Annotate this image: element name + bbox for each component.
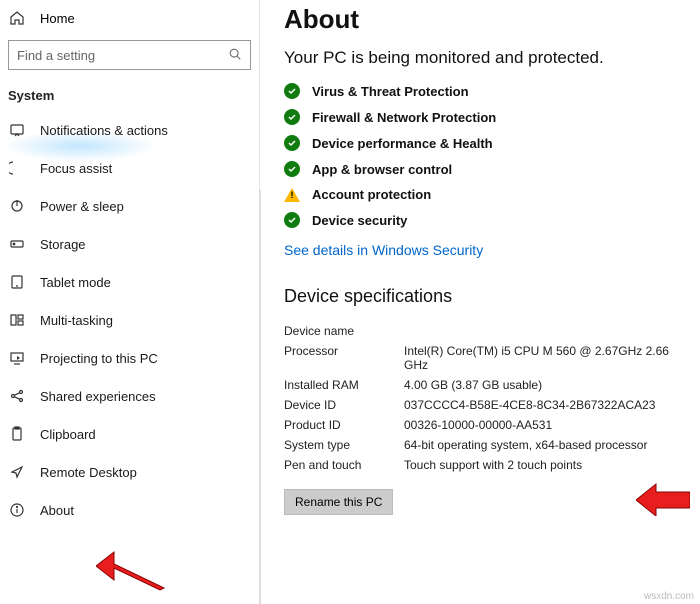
focus-icon xyxy=(8,160,26,176)
spec-heading: Device specifications xyxy=(284,286,680,307)
spec-value: Intel(R) Core(TM) i5 CPU M 560 @ 2.67GHz… xyxy=(404,344,680,372)
nav-label: Storage xyxy=(40,237,86,252)
status-row: Virus & Threat Protection xyxy=(284,83,680,99)
status-row: App & browser control xyxy=(284,161,680,177)
nav-label: About xyxy=(40,503,74,518)
spec-row: Device ID037CCCC4-B58E-4CE8-8C34-2B67322… xyxy=(284,395,680,415)
check-icon xyxy=(284,109,300,125)
status-label: Device security xyxy=(312,213,407,228)
sidebar-item-remote[interactable]: Remote Desktop xyxy=(0,453,259,491)
sidebar-item-storage[interactable]: Storage xyxy=(0,225,259,263)
remote-icon xyxy=(8,464,26,480)
sidebar-item-about[interactable]: About xyxy=(0,491,259,529)
search-icon xyxy=(228,47,242,64)
status-label: Device performance & Health xyxy=(312,136,493,151)
spec-label: Device name xyxy=(284,324,404,338)
spec-label: Pen and touch xyxy=(284,458,404,472)
spec-value: 00326-10000-00000-AA531 xyxy=(404,418,680,432)
check-icon xyxy=(284,83,300,99)
spec-row: System type64-bit operating system, x64-… xyxy=(284,435,680,455)
status-list: Virus & Threat Protection Firewall & Net… xyxy=(284,83,680,228)
check-icon xyxy=(284,161,300,177)
sidebar-home[interactable]: Home xyxy=(0,4,259,32)
sidebar-item-focus[interactable]: Focus assist xyxy=(0,149,259,187)
status-row: Account protection xyxy=(284,187,680,202)
warning-icon xyxy=(284,188,300,202)
status-row: Device security xyxy=(284,212,680,228)
sidebar-item-projecting[interactable]: Projecting to this PC xyxy=(0,339,259,377)
nav-label: Remote Desktop xyxy=(40,465,137,480)
nav-label: Multi-tasking xyxy=(40,313,113,328)
spec-table: Device name ProcessorIntel(R) Core(TM) i… xyxy=(284,321,680,475)
power-icon xyxy=(8,198,26,214)
rename-button[interactable]: Rename this PC xyxy=(284,489,393,515)
sidebar-item-shared[interactable]: Shared experiences xyxy=(0,377,259,415)
spec-row: ProcessorIntel(R) Core(TM) i5 CPU M 560 … xyxy=(284,341,680,375)
security-link[interactable]: See details in Windows Security xyxy=(284,242,483,258)
nav-label: Focus assist xyxy=(40,161,112,176)
spec-label: Product ID xyxy=(284,418,404,432)
spec-row: Installed RAM4.00 GB (3.87 GB usable) xyxy=(284,375,680,395)
nav-label: Shared experiences xyxy=(40,389,156,404)
storage-icon xyxy=(8,236,26,252)
nav-label: Clipboard xyxy=(40,427,96,442)
about-icon xyxy=(8,502,26,518)
check-icon xyxy=(284,135,300,151)
sidebar: Home System Notifications & actions Focu… xyxy=(0,0,260,604)
tablet-icon xyxy=(8,274,26,290)
search-input[interactable] xyxy=(17,48,228,63)
spec-label: Device ID xyxy=(284,398,404,412)
status-heading: Your PC is being monitored and protected… xyxy=(284,47,680,69)
status-label: Firewall & Network Protection xyxy=(312,110,496,125)
shared-icon xyxy=(8,388,26,404)
search-box[interactable] xyxy=(8,40,251,70)
sidebar-item-power[interactable]: Power & sleep xyxy=(0,187,259,225)
main-content: About Your PC is being monitored and pro… xyxy=(260,0,700,604)
nav-label: Power & sleep xyxy=(40,199,124,214)
nav-label: Tablet mode xyxy=(40,275,111,290)
sidebar-item-tablet[interactable]: Tablet mode xyxy=(0,263,259,301)
check-icon xyxy=(284,212,300,228)
page-title: About xyxy=(284,4,680,35)
spec-label: Installed RAM xyxy=(284,378,404,392)
multitask-icon xyxy=(8,312,26,328)
watermark: wsxdn.com xyxy=(644,591,694,602)
spec-value: Touch support with 2 touch points xyxy=(404,458,680,472)
sidebar-item-multitasking[interactable]: Multi-tasking xyxy=(0,301,259,339)
sidebar-item-notifications[interactable]: Notifications & actions xyxy=(0,111,259,149)
home-icon xyxy=(8,10,26,26)
spec-row: Pen and touchTouch support with 2 touch … xyxy=(284,455,680,475)
nav-label: Notifications & actions xyxy=(40,123,168,138)
spec-value: 037CCCC4-B58E-4CE8-8C34-2B67322ACA23 xyxy=(404,398,680,412)
spec-label: Processor xyxy=(284,344,404,372)
spec-value xyxy=(404,324,680,338)
status-label: App & browser control xyxy=(312,162,452,177)
spec-value: 64-bit operating system, x64-based proce… xyxy=(404,438,680,452)
status-row: Firewall & Network Protection xyxy=(284,109,680,125)
status-label: Account protection xyxy=(312,187,431,202)
spec-row: Product ID00326-10000-00000-AA531 xyxy=(284,415,680,435)
status-row: Device performance & Health xyxy=(284,135,680,151)
nav-label: Projecting to this PC xyxy=(40,351,158,366)
sidebar-item-clipboard[interactable]: Clipboard xyxy=(0,415,259,453)
spec-label: System type xyxy=(284,438,404,452)
spec-row: Device name xyxy=(284,321,680,341)
clipboard-icon xyxy=(8,426,26,442)
status-label: Virus & Threat Protection xyxy=(312,84,469,99)
spec-value: 4.00 GB (3.87 GB usable) xyxy=(404,378,680,392)
notifications-icon xyxy=(8,122,26,138)
sidebar-home-label: Home xyxy=(40,11,75,26)
project-icon xyxy=(8,350,26,366)
sidebar-section-title: System xyxy=(0,74,259,111)
